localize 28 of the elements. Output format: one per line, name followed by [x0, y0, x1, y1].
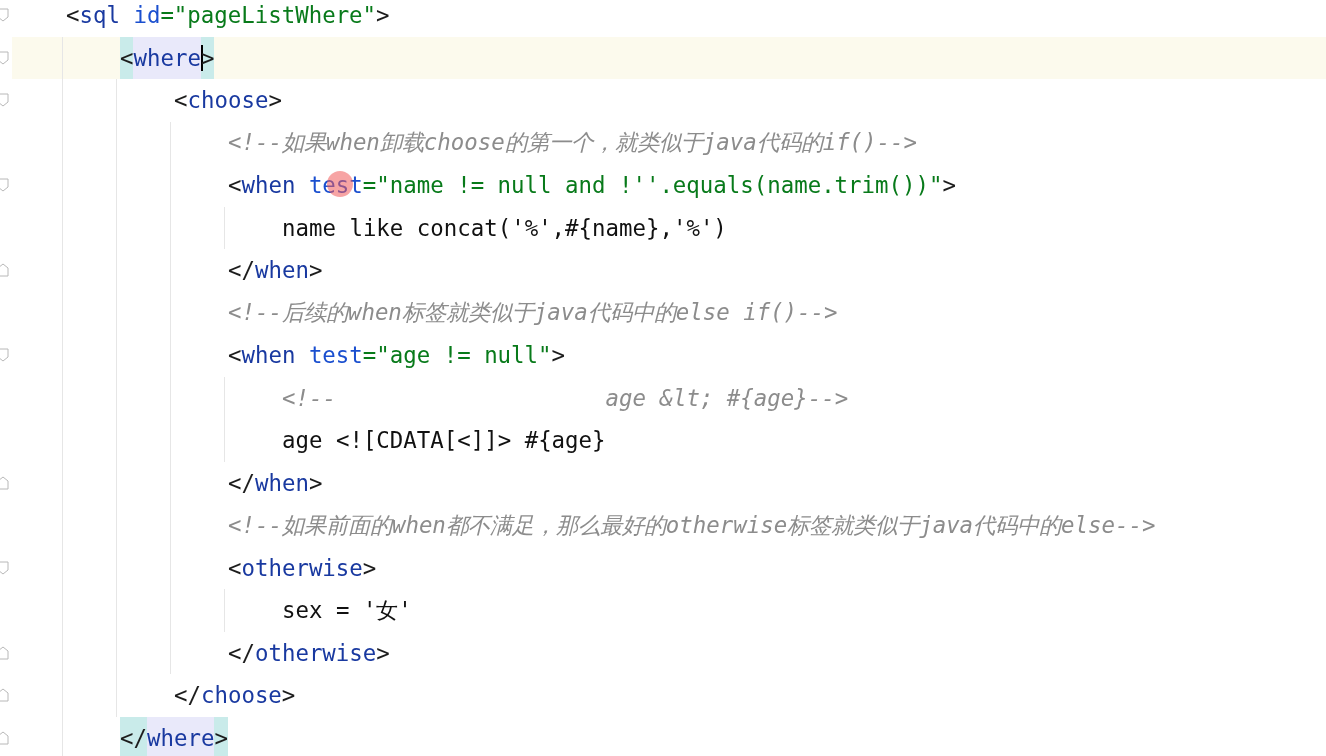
code-line: <!--后续的when标签就类似于java代码中的else if()-->	[228, 298, 838, 328]
code-line: </when>	[228, 257, 323, 284]
code-line: </where>	[120, 724, 228, 751]
code-line: </when>	[228, 469, 323, 496]
fold-icon[interactable]	[0, 560, 10, 575]
code-line: </otherwise>	[228, 639, 390, 666]
fold-icon[interactable]	[0, 475, 10, 490]
fold-icon[interactable]	[0, 688, 10, 703]
fold-icon[interactable]	[0, 348, 10, 363]
fold-icon[interactable]	[0, 263, 10, 278]
fold-icon[interactable]	[0, 50, 10, 65]
fold-icon[interactable]	[0, 178, 10, 193]
code-line: age <![CDATA[<]]> #{age}	[282, 427, 606, 454]
code-line: <!-- age &lt; #{age}-->	[282, 384, 849, 411]
code-line: <otherwise>	[228, 554, 377, 581]
code-line: <sql id="pageListWhere">	[66, 2, 390, 29]
code-line: </choose>	[174, 682, 296, 709]
code-line: <when test="age != null">	[228, 342, 566, 369]
code-line: <when test="name != null and !''.equals(name.trim())">	[228, 172, 956, 199]
code-line: <!--如果前面的when都不满足，那么最好的otherwise标签就类似于java代码中的else-->	[228, 510, 1156, 540]
code-line: <!--如果when卸载choose的第一个，就类似于java代码的if()-->	[228, 128, 917, 158]
fold-icon[interactable]	[0, 8, 10, 23]
fold-icon[interactable]	[0, 93, 10, 108]
fold-icon[interactable]	[0, 645, 10, 660]
fold-icon[interactable]	[0, 730, 10, 745]
code-line: <choose>	[174, 87, 282, 114]
code-line: sex = '女'	[282, 595, 412, 625]
code-line: name like concat('%',#{name},'%')	[282, 214, 727, 241]
